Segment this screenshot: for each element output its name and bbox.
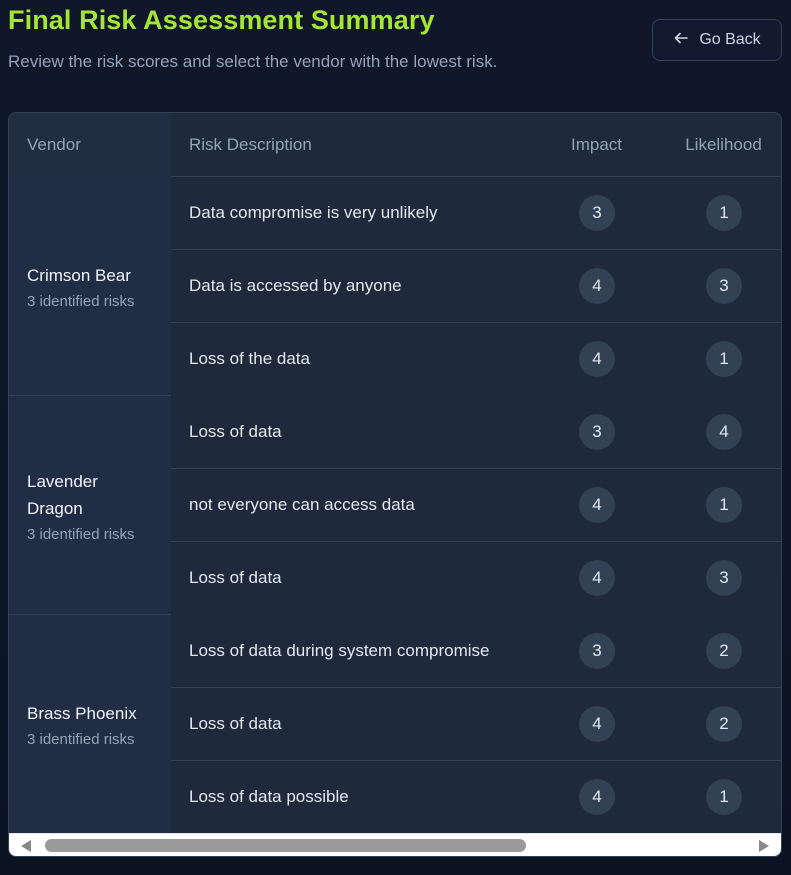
page: Final Risk Assessment Summary Review the… [0, 0, 791, 875]
column-header-likelihood: Likelihood [685, 135, 762, 154]
table-row: not everyone can access data 4 1 [171, 469, 781, 542]
risk-description: Loss of data during system compromise [189, 641, 490, 660]
risk-description: Data is accessed by anyone [189, 276, 402, 295]
vendor-name: Brass Phoenix [27, 704, 137, 723]
table-row: Data compromise is very unlikely 3 1 [171, 177, 781, 250]
risk-description: Loss of data possible [189, 787, 349, 806]
scroll-left-arrow-icon[interactable] [21, 840, 31, 852]
page-subtitle: Review the risk scores and select the ve… [8, 52, 498, 71]
likelihood-badge: 1 [706, 195, 742, 231]
likelihood-badge: 2 [706, 706, 742, 742]
table-row: Loss of data 3 4 [171, 396, 781, 469]
horizontal-scrollbar[interactable] [9, 833, 781, 856]
impact-badge: 3 [579, 195, 615, 231]
arrow-left-icon [673, 30, 689, 51]
risk-description: Loss of the data [189, 349, 310, 368]
vendor-name: Crimson Bear [27, 266, 131, 285]
table-row: Loss of data 4 2 [171, 688, 781, 761]
impact-badge: 4 [579, 268, 615, 304]
table-row: Loss of the data 4 1 [171, 323, 781, 396]
scrollbar-thumb[interactable] [45, 839, 526, 852]
scroll-right-arrow-icon[interactable] [759, 840, 769, 852]
vendor-risk-count: 3 identified risks [27, 731, 135, 748]
column-header-risk-description: Risk Description [189, 135, 312, 154]
table-row: Loss of data during system compromise 3 … [171, 615, 781, 688]
impact-badge: 3 [579, 633, 615, 669]
go-back-button[interactable]: Go Back [652, 19, 782, 61]
likelihood-badge: 1 [706, 487, 742, 523]
vendor-group-crimson-bear: Crimson Bear 3 identified risks Data com… [9, 177, 781, 396]
risk-description: Data compromise is very unlikely [189, 203, 438, 222]
likelihood-badge: 1 [706, 341, 742, 377]
vendor-cell: Crimson Bear 3 identified risks [9, 177, 171, 395]
vendor-name: Lavender Dragon [27, 471, 98, 518]
impact-badge: 4 [579, 487, 615, 523]
impact-badge: 3 [579, 414, 615, 450]
vendor-cell: Brass Phoenix 3 identified risks [9, 615, 171, 833]
risk-table: Vendor Risk Description Impact Likelihoo… [8, 112, 782, 857]
risk-description: Loss of data [189, 714, 282, 733]
likelihood-badge: 3 [706, 560, 742, 596]
table-row: Data is accessed by anyone 4 3 [171, 250, 781, 323]
likelihood-badge: 1 [706, 779, 742, 815]
vendor-cell: Lavender Dragon 3 identified risks [9, 396, 171, 614]
impact-badge: 4 [579, 706, 615, 742]
vendor-risk-count: 3 identified risks [27, 525, 135, 543]
table-row: Loss of data 4 3 [171, 542, 781, 615]
vendor-group-brass-phoenix: Brass Phoenix 3 identified risks Loss of… [9, 615, 781, 834]
go-back-label: Go Back [699, 31, 761, 48]
impact-badge: 4 [579, 560, 615, 596]
column-header-vendor: Vendor [9, 113, 171, 177]
impact-badge: 4 [579, 779, 615, 815]
likelihood-badge: 2 [706, 633, 742, 669]
table-row: Loss of data possible 4 1 [171, 761, 781, 834]
impact-badge: 4 [579, 341, 615, 377]
likelihood-badge: 4 [706, 414, 742, 450]
risk-description: Loss of data [189, 568, 282, 587]
risk-description: not everyone can access data [189, 495, 415, 514]
page-title: Final Risk Assessment Summary [8, 5, 435, 35]
likelihood-badge: 3 [706, 268, 742, 304]
risk-description: Loss of data [189, 422, 282, 441]
vendor-risk-count: 3 identified risks [27, 293, 135, 310]
vendor-group-lavender-dragon: Lavender Dragon 3 identified risks Loss … [9, 396, 781, 615]
column-header-impact: Impact [570, 135, 623, 154]
table-header: Vendor Risk Description Impact Likelihoo… [9, 113, 781, 177]
